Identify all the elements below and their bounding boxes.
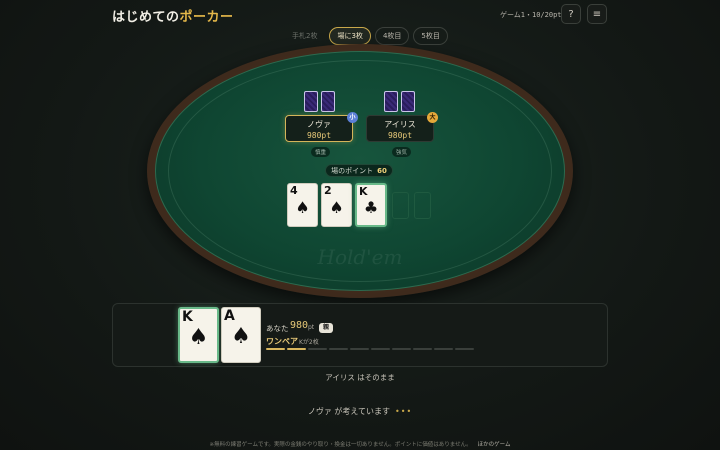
card-rank: K (182, 309, 193, 325)
app-title-main: はじめての (112, 10, 180, 25)
table-watermark: Hold'em (317, 245, 403, 269)
opponent-plate-nova: ノヴァ 980pt (285, 115, 353, 142)
opponent-style-tag: 強気 (392, 147, 412, 157)
card-rank: 4 (290, 184, 298, 197)
app-title-accent: ポーカー (179, 10, 234, 25)
card-suit: ♠ (231, 324, 251, 349)
opponent-card-back (304, 91, 318, 112)
opponent-card-back (401, 91, 415, 112)
strength-segment (266, 348, 285, 350)
thinking-message: ノヴァ が考えています ••• (0, 406, 720, 417)
card-suit: ♠ (188, 325, 209, 350)
small-blind-badge: 小 (347, 112, 358, 123)
player-chips: 980 (290, 320, 309, 331)
player-chips-unit: pt (308, 324, 315, 331)
hand-rank-name: ワンペア (266, 337, 298, 346)
opponent-name: ノヴァ (307, 120, 331, 129)
empty-card-slot (414, 192, 431, 219)
strength-segment (392, 348, 411, 350)
card-rank: 2 (324, 184, 332, 197)
stage-tab-river: 5枚目 (413, 27, 448, 45)
player-label: あなた (266, 324, 289, 333)
card-rank: K (359, 185, 368, 198)
dealer-badge: 親 (319, 323, 333, 333)
hand-rank-description: Kが2枚 (299, 339, 319, 346)
last-action-message: アイリス はそのまま (325, 373, 395, 382)
opponent-chips: 980pt (306, 131, 332, 140)
strength-segment (434, 348, 453, 350)
strength-segment (308, 348, 327, 350)
opponent-name: アイリス (384, 120, 416, 129)
opponent-plate-iris: アイリス 980pt (366, 115, 434, 142)
pot-amount: 60 (377, 167, 387, 175)
big-blind-badge: 大 (427, 112, 438, 123)
thinking-dots: ••• (395, 407, 413, 416)
opponent-chips: 980pt (387, 131, 413, 140)
hand-strength-meter (266, 348, 474, 350)
stage-tab-turn: 4枚目 (374, 27, 410, 45)
stage-tab-flop: 場に3枚 (329, 27, 371, 45)
card-rank: A (224, 308, 235, 324)
strength-segment (287, 348, 306, 350)
strength-segment (329, 348, 348, 350)
strength-segment (413, 348, 432, 350)
strength-segment (350, 348, 369, 350)
hole-card: K ♠ (178, 307, 219, 363)
pot-display: 場のポイント 60 (325, 164, 393, 177)
card-suit: ♠ (295, 198, 310, 217)
stage-tabs: 手札2枚 場に3枚 4枚目 5枚目 (284, 27, 448, 45)
hole-card: A ♠ (221, 307, 261, 363)
help-icon[interactable]: ? (561, 4, 581, 24)
game-score: ゲーム1・10/20pt (500, 11, 562, 19)
community-card: 4 ♠ (287, 183, 318, 227)
app-title: はじめてのポーカー (112, 6, 234, 25)
card-suit: ♠ (329, 198, 344, 217)
opponent-card-back (384, 91, 398, 112)
menu-icon[interactable]: ≡ (587, 4, 607, 24)
strength-segment (455, 348, 474, 350)
stage-tab-hole: 手札2枚 (292, 32, 318, 40)
opponent-style-tag: 慎重 (311, 147, 331, 157)
strength-segment (371, 348, 390, 350)
other-games-link[interactable]: ほかのゲーム (478, 442, 511, 448)
pot-label: 場のポイント (331, 167, 374, 175)
community-card: K ♣ (355, 183, 387, 227)
footer-disclaimer: ※無料の練習ゲームです。実際の金銭のやり取り・換金は一切ありません。ポイントに価… (209, 442, 472, 448)
opponent-card-back (321, 91, 335, 112)
community-card: 2 ♠ (321, 183, 352, 227)
thinking-text: ノヴァ が考えています (307, 407, 390, 416)
card-suit: ♣ (363, 198, 379, 217)
footer: ※無料の練習ゲームです。実際の金銭のやり取り・換金は一切ありません。ポイントに価… (0, 440, 720, 448)
empty-card-slot (392, 192, 409, 219)
